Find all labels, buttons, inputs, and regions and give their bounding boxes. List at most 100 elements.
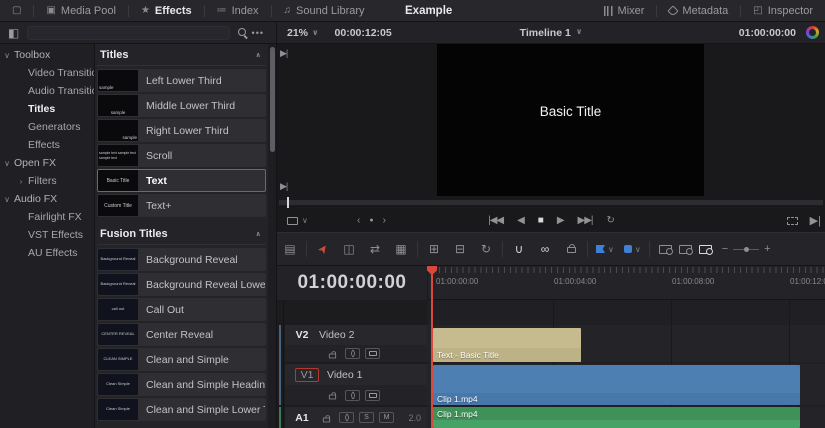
search-input[interactable] bbox=[27, 26, 229, 40]
sidebar-item[interactable]: › Filters bbox=[0, 172, 94, 190]
linked-selection-button[interactable]: ∞ bbox=[532, 242, 558, 256]
sound-library-button[interactable]: ♫Sound Library bbox=[272, 0, 377, 21]
track-lock-button[interactable] bbox=[325, 348, 340, 359]
dynamic-trim-mode-button[interactable]: ⇄ bbox=[362, 242, 388, 256]
fusion-title-item[interactable]: CENTER REVEAL Center Reveal bbox=[97, 323, 266, 346]
sidebar-item[interactable]: VST Effects bbox=[0, 226, 94, 244]
search-icon[interactable] bbox=[238, 28, 246, 36]
play-reverse-button[interactable]: ◀ bbox=[517, 215, 524, 226]
scrub-track[interactable] bbox=[279, 200, 823, 205]
selection-mode-button[interactable]: ➤ bbox=[310, 242, 336, 256]
track-header-v2[interactable]: V2Video 2 bbox=[285, 325, 427, 345]
sidebar-item[interactable]: ∨ Audio FX bbox=[0, 190, 94, 208]
overwrite-clip-button[interactable]: ⊟ bbox=[447, 242, 473, 256]
zoom-in-icon[interactable]: + bbox=[764, 243, 770, 255]
fusion-title-item[interactable]: Clean Simple Clean and Simple Heading... bbox=[97, 373, 266, 396]
auto-select-button[interactable]: ⟨⟩ bbox=[345, 390, 360, 401]
solo-button[interactable]: S bbox=[359, 412, 374, 423]
mixer-button[interactable]: Mixer bbox=[591, 0, 657, 21]
marker-color-button[interactable]: ∨ bbox=[624, 245, 641, 254]
zoom-slider-track[interactable] bbox=[733, 249, 759, 250]
video-frame[interactable]: Basic Title bbox=[437, 44, 704, 196]
sidebar-item[interactable]: ∨ Toolbox bbox=[0, 46, 94, 64]
fusion-title-item[interactable]: CLEAN SIMPLE Clean and Simple bbox=[97, 348, 266, 371]
trim-edit-mode-button[interactable]: ◫ bbox=[336, 242, 362, 256]
workspace-toggle-button[interactable]: ▢ bbox=[0, 0, 33, 21]
inspector-button[interactable]: ◰Inspector bbox=[741, 0, 825, 21]
track-enable-button[interactable] bbox=[365, 390, 380, 401]
fusion-title-item[interactable]: call out Call Out bbox=[97, 298, 266, 321]
scrub-playhead[interactable] bbox=[287, 197, 289, 208]
track-header-v1[interactable]: V1 Video 1 bbox=[285, 364, 427, 385]
fusion-titles-section-header[interactable]: Fusion Titles ∧ bbox=[97, 223, 266, 245]
sidebar-item[interactable]: AU Effects bbox=[0, 244, 94, 262]
track-lock-button[interactable] bbox=[319, 412, 334, 423]
blade-edit-mode-button[interactable]: ▦ bbox=[388, 242, 414, 256]
zoom-out-icon[interactable]: − bbox=[722, 243, 728, 255]
audio-clip[interactable]: Clip 1.mp4 bbox=[433, 407, 800, 428]
track-enable-button[interactable] bbox=[365, 348, 380, 359]
track-content[interactable]: Text - Basic Title Clip 1.mp4 Clip 1.mp4 bbox=[427, 300, 825, 428]
go-to-out-button[interactable]: ▶| bbox=[810, 214, 821, 227]
replace-clip-button[interactable]: ↻ bbox=[473, 242, 499, 256]
video-clip[interactable]: Clip 1.mp4 bbox=[433, 365, 800, 405]
effects-button[interactable]: ★Effects bbox=[129, 0, 204, 21]
sidebar-item[interactable]: Generators bbox=[0, 118, 94, 136]
zoom-slider-knob[interactable] bbox=[744, 247, 749, 252]
position-lock-button[interactable] bbox=[558, 242, 584, 256]
sidebar-item[interactable]: Video Transitio... bbox=[0, 64, 94, 82]
title-effect-item[interactable]: sample text sample text sample text Scro… bbox=[97, 144, 266, 167]
viewer-scrub-bar[interactable] bbox=[277, 196, 825, 209]
title-effect-item[interactable]: sample Right Lower Third bbox=[97, 119, 266, 142]
sidebar-item[interactable]: Audio Transitio... bbox=[0, 82, 94, 100]
track-lock-button[interactable] bbox=[325, 390, 340, 401]
sidebar-item[interactable]: Effects bbox=[0, 136, 94, 154]
stop-button[interactable]: ■ bbox=[538, 215, 543, 226]
zoom-slider[interactable]: − + bbox=[722, 243, 771, 255]
sidebar-item[interactable]: Fairlight FX bbox=[0, 208, 94, 226]
track-id-v2[interactable]: V2 bbox=[285, 329, 319, 341]
loop-button[interactable]: ↻ bbox=[607, 215, 614, 226]
flag-button[interactable]: ∨ bbox=[596, 245, 614, 254]
full-extent-zoom-button[interactable] bbox=[659, 245, 672, 254]
timeline-playhead-line[interactable] bbox=[431, 300, 433, 428]
title-effect-item[interactable]: sample Left Lower Third bbox=[97, 69, 266, 92]
title-effect-item[interactable]: sample Middle Lower Third bbox=[97, 94, 266, 117]
panel-toggle-icon[interactable]: ◧ bbox=[8, 26, 19, 40]
detail-zoom-button[interactable] bbox=[679, 245, 692, 254]
metadata-button[interactable]: Metadata bbox=[657, 0, 740, 21]
track-name-v2[interactable]: Video 2 bbox=[319, 329, 354, 341]
title-effect-item[interactable]: Basic Title Text bbox=[97, 169, 266, 192]
track-header-a1[interactable]: A1 ⟨⟩ S M 2.0 bbox=[285, 407, 427, 428]
track-name-v1[interactable]: Video 1 bbox=[327, 369, 362, 381]
play-out-icon[interactable]: ▶| bbox=[280, 181, 287, 192]
auto-select-button[interactable]: ⟨⟩ bbox=[345, 348, 360, 359]
timeline-view-options-button[interactable]: ▤ bbox=[277, 242, 303, 256]
mute-button[interactable]: M bbox=[379, 412, 394, 423]
fusion-title-item[interactable]: Background Reveal Background Reveal Lowe… bbox=[97, 273, 266, 296]
custom-zoom-button[interactable] bbox=[699, 245, 712, 254]
media-pool-button[interactable]: ▣Media Pool bbox=[34, 0, 128, 21]
title-effect-item[interactable]: Custom Title Text+ bbox=[97, 194, 266, 217]
title-clip[interactable]: Text - Basic Title bbox=[433, 328, 581, 362]
sync-multicolor-icon[interactable] bbox=[806, 26, 819, 39]
track-id-a1[interactable]: A1 bbox=[285, 412, 319, 424]
sidebar-item[interactable]: Titles bbox=[0, 100, 94, 118]
effects-scrollbar[interactable] bbox=[268, 44, 277, 428]
fusion-title-item[interactable]: Background Reveal Background Reveal bbox=[97, 248, 266, 271]
titles-section-header[interactable]: Titles ∧ bbox=[97, 44, 266, 66]
play-in-icon[interactable]: ▶| bbox=[280, 48, 287, 59]
snapping-button[interactable]: ∪ bbox=[506, 242, 532, 256]
options-menu-icon[interactable]: ••• bbox=[252, 28, 264, 38]
scrollbar-thumb[interactable] bbox=[270, 47, 275, 152]
first-frame-button[interactable]: |◀◀ bbox=[488, 215, 503, 226]
auto-select-button[interactable]: ⟨⟩ bbox=[339, 412, 354, 423]
insert-clip-button[interactable]: ⊞ bbox=[421, 242, 447, 256]
play-button[interactable]: ▶ bbox=[557, 215, 564, 226]
last-frame-button[interactable]: ▶▶| bbox=[578, 215, 593, 226]
index-button[interactable]: ≔Index bbox=[205, 0, 271, 21]
destination-control-v1[interactable]: V1 bbox=[295, 368, 319, 382]
sidebar-item[interactable]: ∨ Open FX bbox=[0, 154, 94, 172]
viewer-zoom-select[interactable]: 21%∨ bbox=[287, 27, 319, 39]
match-frame-icon[interactable] bbox=[787, 217, 798, 225]
